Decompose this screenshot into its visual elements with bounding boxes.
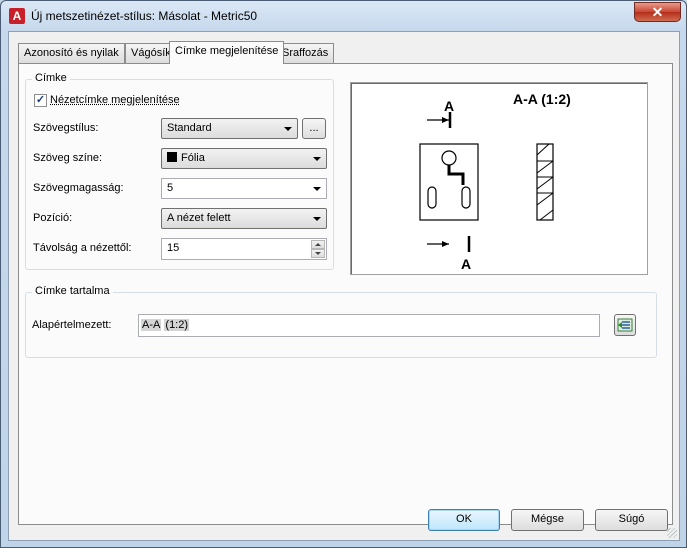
hatch-line-5: [539, 209, 554, 221]
ok-button[interactable]: OK: [428, 509, 500, 531]
chevron-down-icon: [313, 187, 321, 191]
chevron-down-icon: [313, 157, 321, 161]
tab-hatching[interactable]: Sraffozás: [276, 43, 335, 63]
text-height-value: 5: [167, 182, 174, 194]
text-height-combobox[interactable]: 5: [161, 178, 327, 199]
hatch-line-4: [536, 192, 554, 206]
bottom-arrow-head: [442, 241, 449, 247]
default-label: Alapértelmezett:: [32, 319, 112, 331]
preview-title: A-A (1:2): [513, 91, 571, 107]
distance-spinbox[interactable]: 15: [161, 238, 327, 260]
hatch-line-2: [536, 160, 554, 174]
arrow-down-icon: [315, 252, 321, 255]
title-bar[interactable]: A Új metszetinézet-stílus: Másolat - Met…: [1, 1, 686, 31]
field-editor-button[interactable]: [614, 314, 636, 336]
show-view-label-checkbox[interactable]: ✓: [34, 94, 47, 107]
scale-token: (1:2): [164, 319, 190, 331]
distance-value: 15: [167, 242, 180, 254]
text-color-dropdown[interactable]: Fólia: [161, 148, 327, 169]
position-dropdown[interactable]: A nézet felett: [161, 208, 327, 229]
label-content-groupbox: Címke tartalma Alapértelmezett: A-A (1:2…: [25, 285, 657, 358]
window-title: Új metszetinézet-stílus: Másolat - Metri…: [31, 9, 258, 23]
browse-text-style-button[interactable]: ...: [302, 118, 326, 139]
text-color-value: Fólia: [181, 152, 205, 164]
color-swatch: [167, 152, 177, 162]
section-view-outline: [536, 143, 554, 221]
field-editor-icon: [617, 318, 633, 332]
spin-down-button[interactable]: [311, 249, 325, 258]
label-content-field[interactable]: A-A (1:2): [138, 314, 600, 337]
position-value: A nézet felett: [167, 212, 231, 224]
label-group-title: Címke: [32, 72, 70, 84]
label-groupbox: Címke ✓ Nézetcímke megjelenítése Szövegs…: [25, 72, 334, 270]
front-view-cut-path: [447, 165, 465, 185]
spin-up-button[interactable]: [311, 240, 325, 249]
hatch-line-3: [536, 176, 554, 190]
help-button[interactable]: Súgó: [595, 509, 668, 531]
label-content-group-title: Címke tartalma: [32, 285, 113, 297]
preview-bottom-marker: A: [461, 256, 471, 272]
resize-grip[interactable]: [667, 528, 677, 538]
front-view-slot-right: [461, 186, 471, 209]
text-style-value: Standard: [167, 122, 212, 134]
text-color-label: Szöveg színe:: [33, 152, 103, 164]
front-view-slot-left: [427, 186, 437, 209]
text-height-label: Szövegmagasság:: [33, 182, 124, 194]
position-label: Pozíció:: [33, 212, 73, 224]
close-button[interactable]: ✕: [634, 2, 681, 22]
text-style-label: Szövegstílus:: [33, 122, 99, 134]
tab-label-display[interactable]: Címke megjelenítése: [169, 41, 285, 64]
view-id-token: A-A: [141, 319, 162, 331]
chevron-down-icon: [284, 127, 292, 131]
preview-panel: A-A (1:2) A A: [350, 82, 648, 275]
dialog-client-area: Azonosító és nyilak Vágósík Címke megjel…: [8, 31, 680, 541]
tab-panel-label-display: Címke ✓ Nézetcímke megjelenítése Szövegs…: [18, 63, 673, 525]
show-view-label-text[interactable]: Nézetcímke megjelenítése: [50, 94, 180, 106]
front-view-outline: [419, 143, 479, 221]
tab-identifier-and-arrows[interactable]: Azonosító és nyilak: [18, 43, 125, 63]
dialog-window: A Új metszetinézet-stílus: Másolat - Met…: [0, 0, 687, 548]
arrow-up-icon: [315, 243, 321, 246]
distance-label: Távolság a nézettől:: [33, 242, 132, 254]
cancel-button[interactable]: Mégse: [511, 509, 584, 531]
hatch-line-1: [536, 143, 550, 156]
preview-top-marker: A: [444, 98, 454, 114]
top-arrow-head: [442, 117, 449, 123]
autocad-app-icon: A: [9, 8, 25, 24]
front-view-hole: [441, 150, 457, 166]
text-style-dropdown[interactable]: Standard: [161, 118, 298, 139]
section-preview-drawing: A-A (1:2) A A: [419, 91, 571, 272]
chevron-down-icon: [313, 217, 321, 221]
label-content-value: A-A (1:2): [141, 319, 190, 331]
